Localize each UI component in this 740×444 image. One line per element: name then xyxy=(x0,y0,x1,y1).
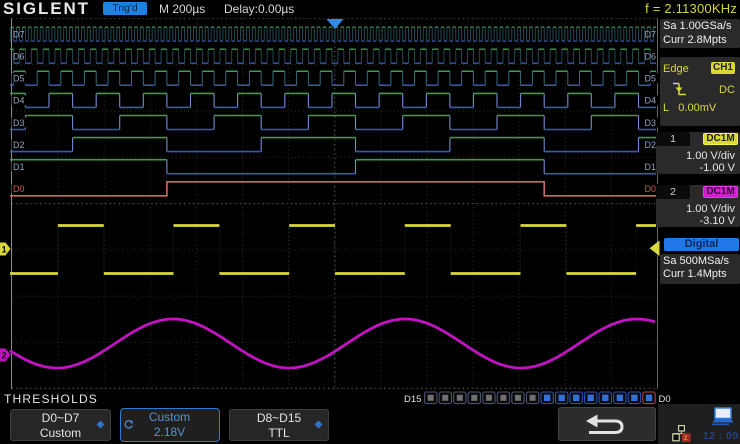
svg-text:D2: D2 xyxy=(645,140,657,150)
svg-text:D4: D4 xyxy=(645,96,657,106)
svg-text:D5: D5 xyxy=(13,74,25,84)
svg-text:D2: D2 xyxy=(13,140,25,150)
svg-text:D6: D6 xyxy=(13,52,25,62)
svg-text:D1: D1 xyxy=(13,162,25,172)
svg-text:D7: D7 xyxy=(645,29,657,39)
svg-text:D3: D3 xyxy=(13,118,25,128)
svg-text:D0: D0 xyxy=(13,184,25,194)
svg-text:D4: D4 xyxy=(13,96,25,106)
svg-text:z: z xyxy=(684,433,688,442)
svg-text:D7: D7 xyxy=(13,29,25,39)
svg-text:1: 1 xyxy=(2,245,7,255)
svg-text:D3: D3 xyxy=(645,118,657,128)
svg-text:2: 2 xyxy=(2,351,7,361)
svg-text:D1: D1 xyxy=(645,162,657,172)
svg-text:D0: D0 xyxy=(645,184,657,194)
svg-text:D6: D6 xyxy=(645,52,657,62)
svg-text:D5: D5 xyxy=(645,74,657,84)
